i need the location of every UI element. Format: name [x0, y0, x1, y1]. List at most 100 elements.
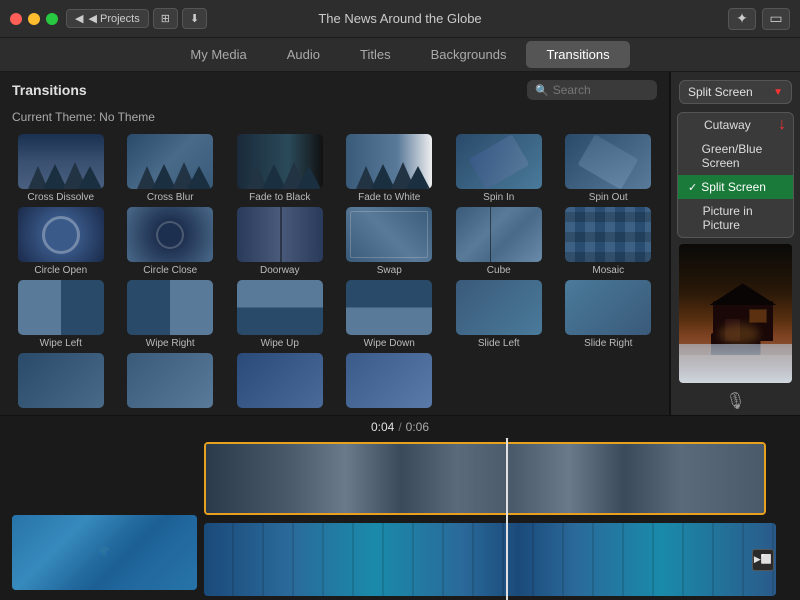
transition-label-cube: Cube: [487, 265, 511, 276]
transition-wipe-up[interactable]: Wipe Up: [227, 280, 333, 349]
maximize-button[interactable]: [46, 13, 58, 25]
tab-titles[interactable]: Titles: [340, 41, 411, 68]
transition-extra-3[interactable]: [227, 353, 333, 411]
nav-tabs: My Media Audio Titles Backgrounds Transi…: [0, 38, 800, 72]
traffic-lights: [10, 13, 58, 25]
transition-thumb-wipe-right: [127, 280, 213, 335]
transition-fade-to-black[interactable]: Fade to Black: [227, 134, 333, 203]
transitions-panel: Transitions 🔍 Current Theme: No Theme Cr…: [0, 72, 670, 415]
tracks-area: ▶⬜: [200, 438, 800, 600]
transition-label-doorway: Doorway: [260, 265, 299, 276]
dropdown-arrow-icon: ▼: [773, 87, 783, 98]
transition-slide-right[interactable]: Slide Right: [556, 280, 662, 349]
transition-label-wipe-left: Wipe Left: [40, 338, 82, 349]
transition-thumb-extra-4: [346, 353, 432, 408]
menu-check-split-screen: ✓: [688, 181, 697, 194]
clip-top[interactable]: [204, 442, 766, 515]
transition-wipe-down[interactable]: Wipe Down: [337, 280, 443, 349]
transition-circle-open[interactable]: Circle Open: [8, 207, 114, 276]
tab-audio[interactable]: Audio: [267, 41, 340, 68]
transition-slide-left[interactable]: Slide Left: [446, 280, 552, 349]
current-time: 0:04: [371, 420, 394, 434]
transition-thumb-extra-3: [237, 353, 323, 408]
timeline: 🌍 ▶⬜: [0, 438, 800, 600]
menu-item-split-screen[interactable]: ✓ Split Screen: [678, 175, 793, 199]
transition-thumb-doorway: [237, 207, 323, 262]
transition-label-spin-in: Spin In: [483, 192, 514, 203]
transition-thumb-wipe-up: [237, 280, 323, 335]
transition-label-slide-right: Slide Right: [584, 338, 632, 349]
tab-my-media[interactable]: My Media: [170, 41, 266, 68]
transition-circle-close[interactable]: Circle Close: [118, 207, 224, 276]
transition-extra-2[interactable]: [118, 353, 224, 411]
track-row-top: [200, 438, 800, 519]
title-bar: ◀ ◀ Projects ⊞ ⬇ The News Around the Glo…: [0, 0, 800, 38]
search-icon: 🔍: [535, 84, 549, 97]
right-panel: Split Screen ▼ ↓ Cutaway Green/Blue Scre…: [670, 72, 800, 415]
transition-label-circle-open: Circle Open: [34, 265, 87, 276]
playhead[interactable]: [506, 438, 508, 600]
transition-label-cross-dissolve: Cross Dissolve: [27, 192, 94, 203]
window-title: The News Around the Globe: [318, 11, 481, 26]
transitions-header: Transitions 🔍: [0, 72, 669, 108]
transition-label-cross-blur: Cross Blur: [147, 192, 194, 203]
transition-fade-to-white[interactable]: Fade to White: [337, 134, 443, 203]
main-layout: Transitions 🔍 Current Theme: No Theme Cr…: [0, 72, 800, 415]
transition-thumb-cross-dissolve: [18, 134, 104, 189]
transition-label-mosaic: Mosaic: [592, 265, 624, 276]
transition-thumb-spin-out: [565, 134, 651, 189]
search-box[interactable]: 🔍: [527, 80, 657, 100]
transition-label-wipe-down: Wipe Down: [364, 338, 415, 349]
download-button[interactable]: ⬇: [182, 8, 207, 29]
total-time: 0:06: [406, 420, 429, 434]
view-mode-dropdown[interactable]: Split Screen ▼: [679, 80, 792, 104]
mic-button[interactable]: 🎙: [671, 387, 800, 415]
transition-label-wipe-up: Wipe Up: [261, 338, 299, 349]
projects-button[interactable]: ◀ ◀ Projects: [66, 9, 149, 28]
export-icon: ▶⬜: [754, 554, 772, 565]
clip-bottom[interactable]: ▶⬜: [204, 523, 776, 596]
transition-thumb-circle-close: [127, 207, 213, 262]
menu-item-green-blue-screen[interactable]: Green/Blue Screen: [678, 137, 793, 175]
menu-label-pip: Picture in Picture: [703, 204, 783, 232]
transition-mosaic[interactable]: Mosaic: [556, 207, 662, 276]
transition-cross-blur[interactable]: Cross Blur: [118, 134, 224, 203]
title-bar-right: ✦ ▭: [728, 8, 790, 30]
transition-wipe-left[interactable]: Wipe Left: [8, 280, 114, 349]
minimize-button[interactable]: [28, 13, 40, 25]
transition-spin-in[interactable]: Spin In: [446, 134, 552, 203]
transition-thumb-cube: [456, 207, 542, 262]
dropdown-menu: Cutaway Green/Blue Screen ✓ Split Screen…: [677, 112, 794, 238]
transition-thumb-extra-1: [18, 353, 104, 408]
magic-wand-button[interactable]: ✦: [728, 8, 756, 30]
menu-label-split-screen: Split Screen: [701, 180, 766, 194]
transition-spin-out[interactable]: Spin Out: [556, 134, 662, 203]
transition-swap[interactable]: Swap: [337, 207, 443, 276]
transition-wipe-right[interactable]: Wipe Right: [118, 280, 224, 349]
transition-label-wipe-right: Wipe Right: [146, 338, 195, 349]
menu-item-picture-in-picture[interactable]: Picture in Picture: [678, 199, 793, 237]
close-button[interactable]: [10, 13, 22, 25]
map-thumbnail: 🌍: [12, 515, 197, 590]
transition-thumb-slide-left: [456, 280, 542, 335]
clip-export-icon: ▶⬜: [752, 549, 774, 571]
transition-doorway[interactable]: Doorway: [227, 207, 333, 276]
transition-label-swap: Swap: [377, 265, 402, 276]
transition-label-fade-to-white: Fade to White: [358, 192, 420, 203]
transition-cube[interactable]: Cube: [446, 207, 552, 276]
mic-icon: 🎙: [725, 391, 745, 411]
timeline-header: 0:04 / 0:06: [0, 416, 800, 438]
preview-area: [679, 244, 792, 383]
transition-thumb-cross-blur: [127, 134, 213, 189]
back-chevron-icon: ◀: [75, 12, 83, 25]
fullscreen-button[interactable]: ▭: [762, 8, 790, 30]
search-input[interactable]: [553, 83, 643, 97]
time-separator: /: [398, 420, 401, 434]
tab-transitions[interactable]: Transitions: [526, 41, 629, 68]
grid-view-button[interactable]: ⊞: [153, 8, 178, 29]
tab-backgrounds[interactable]: Backgrounds: [411, 41, 527, 68]
transition-extra-1[interactable]: [8, 353, 114, 411]
menu-item-cutaway[interactable]: Cutaway: [678, 113, 793, 137]
transition-cross-dissolve[interactable]: Cross Dissolve: [8, 134, 114, 203]
transition-extra-4[interactable]: [337, 353, 443, 411]
